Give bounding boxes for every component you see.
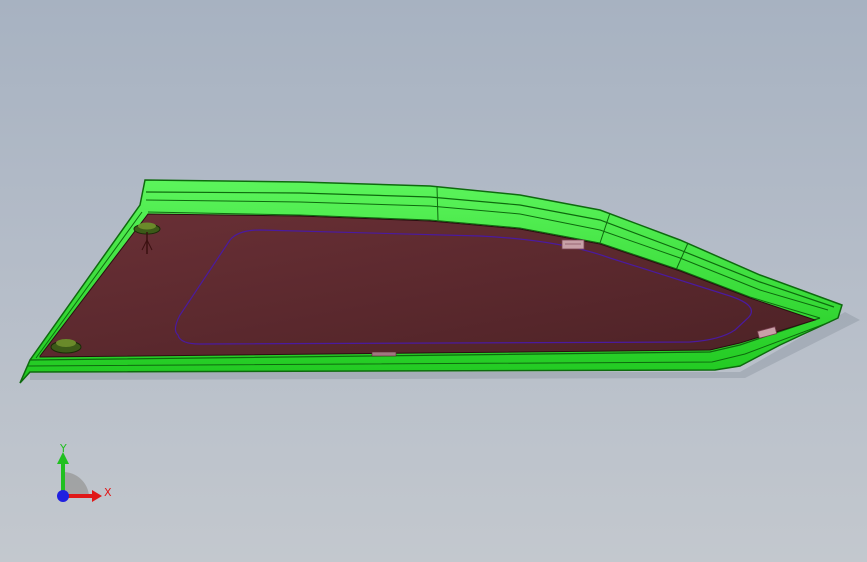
y-axis-label: Y [59,442,67,455]
coordinate-triad: Y X [57,442,112,502]
graphics-viewport[interactable]: Y X [0,0,867,562]
model-view[interactable] [0,0,867,562]
x-axis-arrow [92,490,102,502]
x-axis-label: X [104,486,112,499]
tab-bottom[interactable] [371,351,397,357]
tab-right-upper[interactable] [561,239,585,250]
z-axis-origin [57,490,69,502]
